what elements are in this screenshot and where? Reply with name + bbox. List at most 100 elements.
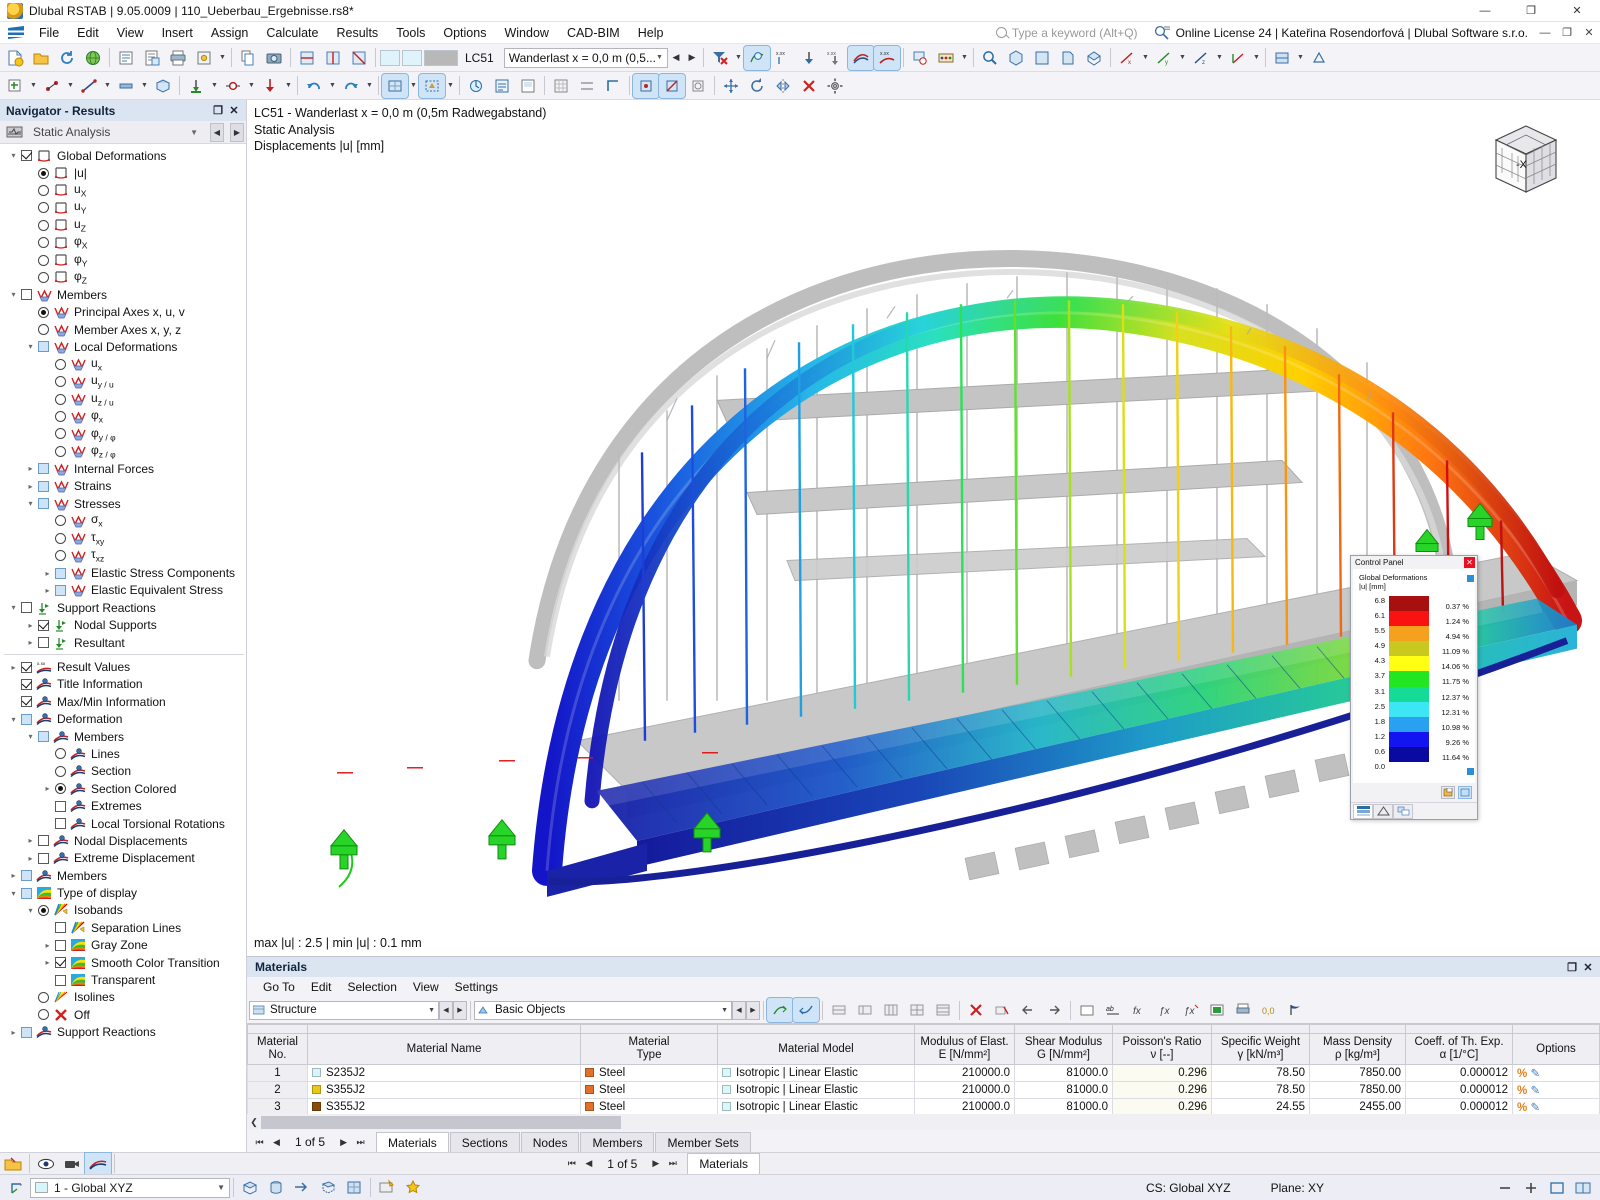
axis-xy-icon[interactable] (1225, 46, 1251, 70)
table-menu-goto[interactable]: Go To (255, 978, 303, 996)
camera-icon[interactable] (59, 1153, 85, 1175)
cell-specific-weight[interactable]: 78.50 (1211, 1081, 1310, 1099)
table-view-icon[interactable] (1074, 998, 1100, 1022)
tree-radio[interactable] (55, 532, 66, 544)
grid-column-header[interactable]: Poisson's Ratio ν [--] (1112, 1033, 1212, 1065)
objects-prev-button[interactable]: ◀ (732, 1000, 746, 1020)
members-tool-icon[interactable] (113, 74, 139, 98)
table-rows-icon[interactable] (930, 998, 956, 1022)
tree-twisty-expanded-icon[interactable]: ▾ (6, 287, 21, 302)
open-results-icon[interactable] (0, 1153, 26, 1175)
nodes-tool-icon[interactable] (39, 74, 65, 98)
tree-radio[interactable] (55, 393, 66, 405)
tree-twisty-collapsed-icon[interactable]: ▸ (6, 1025, 21, 1040)
view-cs-2-icon[interactable] (263, 1177, 289, 1199)
legend-scroll-thumb-top[interactable] (1467, 575, 1474, 582)
result-curve-values-icon[interactable]: x.xx (872, 44, 901, 71)
tree-twisty-collapsed-icon[interactable]: ▸ (23, 461, 38, 476)
render-preset-1-icon[interactable] (374, 1177, 400, 1199)
tree-item-nodal-displacements[interactable]: ▸ Nodal Displacements (0, 832, 246, 849)
menu-insert[interactable]: Insert (153, 23, 202, 43)
tree-item-elastic-equivalent-stress[interactable]: ▸ Elastic Equivalent Stress (0, 582, 246, 599)
tree-item-members[interactable]: ▾ Members (0, 728, 246, 745)
control-panel-tab-colors[interactable] (1353, 803, 1373, 819)
zoom-out-icon[interactable] (1492, 1177, 1518, 1199)
axis-xy-dropdown-icon[interactable]: ▼ (1251, 46, 1262, 70)
control-panel-tab-factors[interactable] (1373, 803, 1393, 819)
tree-item-u[interactable]: ux (0, 356, 246, 373)
objects-combo[interactable]: Basic Objects ▼ (474, 1000, 732, 1020)
table-export-icon[interactable] (1204, 998, 1230, 1022)
tree-radio[interactable] (38, 237, 49, 249)
tree-radio[interactable] (55, 411, 66, 423)
navigator-close-button[interactable]: ✕ (226, 103, 242, 119)
tree-checkbox[interactable] (21, 887, 32, 899)
tree-checkbox[interactable] (55, 922, 66, 934)
result-diagram-icon[interactable] (742, 44, 771, 71)
table-fx2-icon[interactable]: ƒx (1152, 998, 1178, 1022)
table-tab-member-sets[interactable]: Member Sets (655, 1132, 751, 1152)
objects-next-button[interactable]: ▶ (746, 1000, 760, 1020)
result-table-dropdown-icon[interactable]: ▼ (959, 46, 970, 70)
view-front-icon[interactable] (1029, 46, 1055, 70)
render-preset-2-icon[interactable] (400, 1177, 426, 1199)
table-decimals-icon[interactable]: 0,0 (1256, 998, 1282, 1022)
render-mode-dropdown-icon[interactable]: ▼ (1295, 46, 1306, 70)
cell-material-type[interactable]: Steel (580, 1098, 718, 1114)
tree-item-u[interactable]: |u| (0, 164, 246, 181)
control-panel[interactable]: Control Panel ✕ Global Deformations |u| … (1350, 555, 1478, 821)
maximize-button[interactable]: ❐ (1508, 0, 1554, 22)
cell-poissons-ratio[interactable]: 0.296 (1112, 1064, 1212, 1082)
tree-item-max-min-information[interactable]: Max/Min Information (0, 693, 246, 710)
menu-file[interactable]: File (30, 23, 68, 43)
menu-cad-bim[interactable]: CAD-BIM (558, 23, 629, 43)
table-flag-icon[interactable] (1282, 998, 1308, 1022)
copy-icon[interactable] (235, 46, 261, 70)
axis-x-dropdown-icon[interactable]: ▼ (1140, 46, 1151, 70)
table-new-row-icon[interactable] (766, 997, 794, 1023)
tree-item-type-of-display[interactable]: ▾ Type of display (0, 884, 246, 901)
tree-checkbox[interactable] (38, 619, 49, 631)
legend-band[interactable] (1389, 656, 1429, 672)
select-window-icon[interactable] (418, 72, 446, 99)
cell-shear-modulus[interactable]: 81000.0 (1014, 1064, 1113, 1082)
grid-column-header[interactable]: Material No. (247, 1033, 308, 1065)
result-values-xxx-icon[interactable]: x.xx (770, 46, 796, 70)
tree-item-title-information[interactable]: Title Information (0, 676, 246, 693)
tree-item-resultant[interactable]: ▸ Resultant (0, 634, 246, 651)
mdi-minimize-button[interactable]: — (1534, 23, 1556, 43)
zoom-search-icon[interactable] (977, 46, 1003, 70)
cell-material-name[interactable]: S355J2 (307, 1098, 581, 1114)
cell-material-type[interactable]: Steel (580, 1081, 718, 1099)
tree-item-extreme-displacement[interactable]: ▸ Extreme Displacement (0, 850, 246, 867)
tree-radio[interactable] (38, 202, 49, 214)
cell-mass-density[interactable]: 7850.00 (1309, 1064, 1406, 1082)
cell-material-model[interactable]: Isotropic | Linear Elastic (717, 1081, 915, 1099)
tree-item-[interactable]: φy / φ (0, 425, 246, 442)
result-curve-icon[interactable] (846, 44, 875, 71)
surfaces-tool-icon[interactable] (150, 74, 176, 98)
deformation-display-icon[interactable] (84, 1151, 112, 1176)
loads-dropdown-icon[interactable]: ▼ (283, 74, 294, 98)
hinges-tool-icon[interactable] (220, 74, 246, 98)
tree-item-extremes[interactable]: Extremes (0, 797, 246, 814)
tree-item-elastic-stress-components[interactable]: ▸ Elastic Stress Components (0, 564, 246, 581)
rotate-icon[interactable] (744, 74, 770, 98)
tree-item-section-colored[interactable]: ▸ Section Colored (0, 780, 246, 797)
navigator-restore-button[interactable]: ❐ (210, 103, 226, 119)
legend-band[interactable] (1389, 611, 1429, 627)
tree-item-local-deformations[interactable]: ▾ Local Deformations (0, 338, 246, 355)
tree-checkbox[interactable] (38, 498, 49, 509)
mdi-restore-button[interactable]: ❐ (1556, 23, 1578, 43)
tree-radio[interactable] (38, 1009, 49, 1021)
menu-tools[interactable]: Tools (387, 23, 434, 43)
results-tree[interactable]: ▾ Global Deformations |u| uX uY uZ φX φY φZ ▾ Memb… (0, 144, 246, 1152)
tree-twisty-collapsed-icon[interactable]: ▸ (6, 868, 21, 883)
view-cs-3-icon[interactable] (289, 1177, 315, 1199)
grid-column-header[interactable]: Material Model (717, 1033, 915, 1065)
object-snap-2-icon[interactable] (658, 72, 686, 99)
materials-grid-wrapper[interactable]: Material No. Material Name Material Type Mate… (247, 1023, 1600, 1114)
result-export-icon[interactable] (907, 46, 933, 70)
legend-band[interactable] (1389, 686, 1429, 702)
table-clear-icon[interactable] (989, 998, 1015, 1022)
